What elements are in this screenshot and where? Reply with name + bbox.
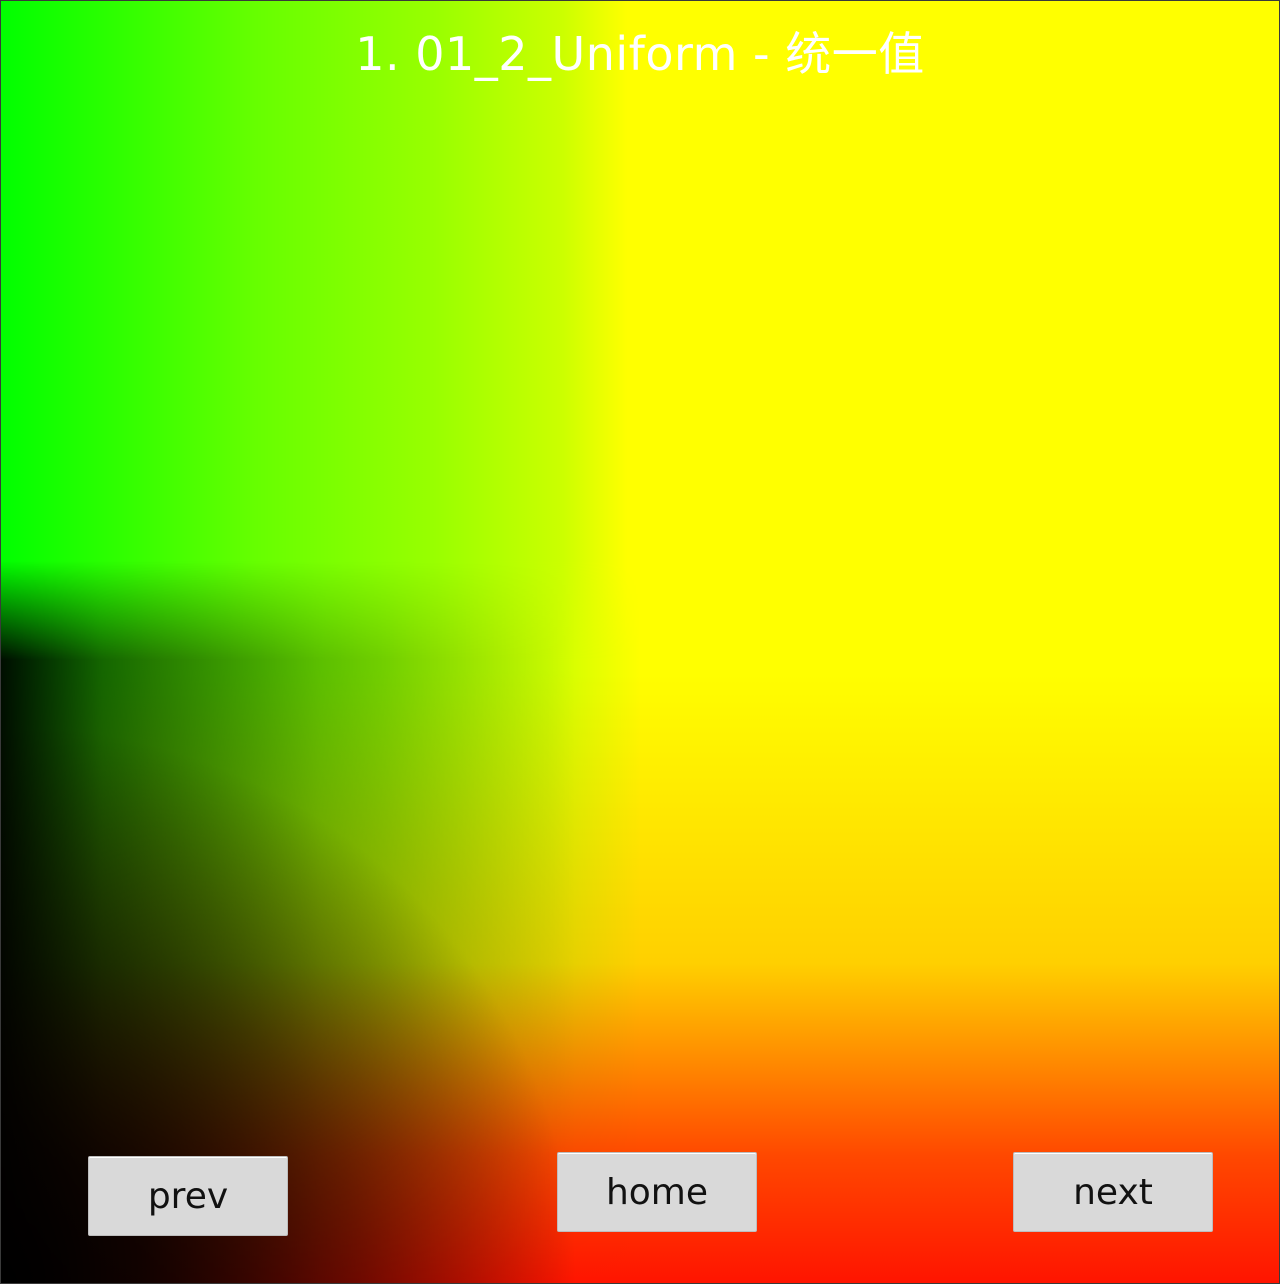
page-title: 1. 01_2_Uniform - 统一值: [355, 27, 925, 81]
prev-button[interactable]: prev: [88, 1156, 288, 1236]
app-window: 1. 01_2_Uniform - 统一值 prev home next: [0, 0, 1280, 1284]
next-button[interactable]: next: [1013, 1152, 1213, 1232]
canvas-gradient-top: [0, 0, 1280, 660]
home-button[interactable]: home: [557, 1152, 757, 1232]
